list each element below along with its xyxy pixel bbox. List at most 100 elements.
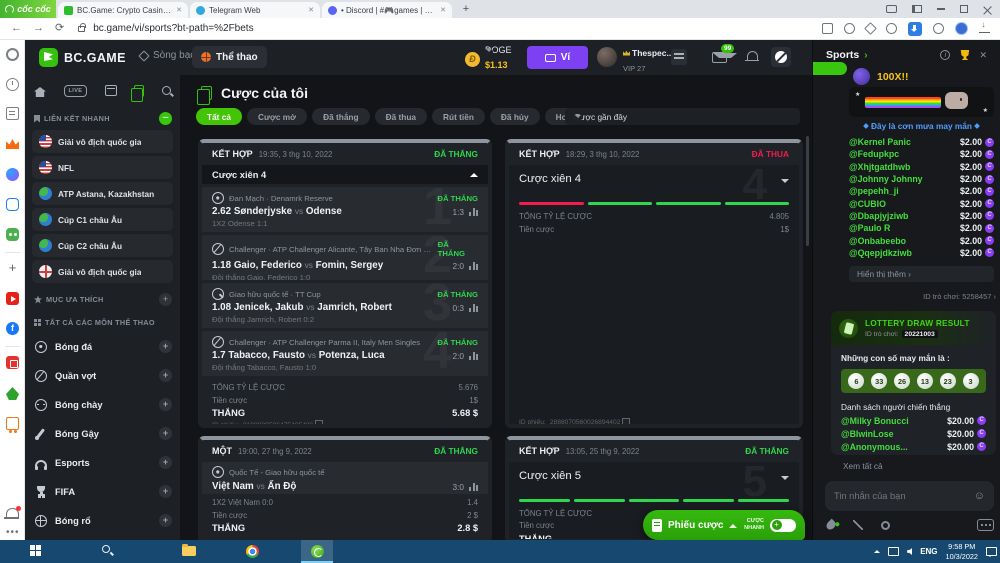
search-icon[interactable] — [162, 86, 171, 95]
inbox-mail-icon[interactable] — [712, 52, 727, 63]
betslip-button[interactable]: Phiếu cược CƯỢCNHANH — [643, 510, 805, 540]
expand-plus-icon[interactable] — [159, 456, 172, 469]
view-all-link[interactable]: Xem tất cả — [843, 461, 883, 471]
winner-name[interactable]: @Fedupkpc — [849, 149, 899, 159]
share-icon[interactable] — [844, 23, 855, 34]
sport-item[interactable]: Bóng rổ — [25, 506, 180, 535]
expand-plus-icon[interactable] — [159, 514, 172, 527]
chat-toggle-icon[interactable] — [771, 47, 791, 67]
crown-icon[interactable] — [6, 139, 19, 149]
schedule-icon[interactable] — [105, 85, 117, 96]
sport-item[interactable]: FIFA — [25, 477, 180, 506]
sport-item[interactable]: Bóng chày — [25, 390, 180, 419]
bcgame-logo-text[interactable]: BC.GAME — [64, 51, 126, 65]
stats-icon[interactable] — [469, 352, 478, 360]
bet-name-row[interactable]: Cược xiên 5 5 — [509, 462, 799, 490]
winner-name[interactable]: @Xhjtgatdhwb — [849, 162, 910, 172]
tab-search-icon[interactable] — [886, 5, 897, 13]
add-favorite-icon[interactable] — [159, 293, 172, 306]
winner-name[interactable]: @Paulo R — [849, 223, 890, 233]
chat-rules-info-icon[interactable] — [940, 50, 950, 60]
expand-plus-icon[interactable] — [159, 398, 172, 411]
chat-room-tab-fragment[interactable] — [813, 62, 847, 75]
nav-sports-active[interactable]: Thể thao — [192, 46, 267, 68]
chrome-icon[interactable] — [246, 545, 259, 558]
live-tab[interactable]: LIVE — [64, 85, 88, 97]
winner-name[interactable]: @Dbapjyjziwb — [849, 211, 908, 221]
show-more-button[interactable]: Hiển thị thêm › — [849, 266, 994, 282]
expand-caret-icon[interactable] — [781, 476, 789, 484]
language-indicator[interactable]: ENG — [920, 547, 937, 556]
stats-icon[interactable] — [469, 483, 478, 491]
newsfeed-icon[interactable] — [6, 107, 19, 120]
lazada-icon[interactable] — [6, 387, 19, 400]
emoji-icon[interactable] — [974, 490, 985, 502]
quick-link-item[interactable]: Giải vô địch quốc gia — [32, 130, 173, 153]
commands-icon[interactable] — [853, 520, 863, 530]
copy-icon[interactable] — [317, 422, 323, 428]
coccoc-taskbar-icon[interactable] — [311, 545, 324, 558]
sort-dropdown[interactable]: Cược gần đây — [565, 108, 800, 125]
quick-link-item[interactable]: ATP Astana, Kazakhstan — [32, 182, 173, 205]
messenger-icon[interactable] — [6, 168, 19, 181]
network-icon[interactable] — [888, 547, 899, 556]
winner-name[interactable]: @Onbabeebo — [849, 236, 906, 246]
winner-name[interactable]: @pepehh_ji — [849, 186, 899, 196]
bet-name-row[interactable]: Cược xiên 4 4 — [509, 165, 799, 193]
adblock-shield-icon[interactable] — [886, 23, 897, 34]
browser-tab[interactable]: BC.Game: Crypto Casino Gan — [58, 2, 188, 18]
settings-gear-icon[interactable] — [6, 48, 19, 61]
notifications-bell-icon[interactable] — [6, 508, 19, 518]
start-button[interactable] — [30, 545, 41, 556]
tab-close-icon[interactable] — [176, 6, 182, 14]
minimize-button[interactable] — [937, 8, 945, 10]
youtube-icon[interactable] — [6, 292, 19, 305]
browser-tab[interactable]: Telegram Web — [190, 2, 320, 18]
reload-button[interactable] — [55, 23, 64, 34]
close-button[interactable] — [983, 5, 992, 14]
winner-name[interactable]: @Kernel Panic — [849, 137, 911, 147]
winner-name[interactable]: @Qqepjdkziwb — [849, 248, 912, 258]
profile-avatar[interactable] — [955, 22, 968, 35]
notifications-icon[interactable] — [747, 51, 758, 61]
bcgame-logo-icon[interactable] — [39, 48, 58, 67]
filter-pill[interactable]: Tất cả — [196, 108, 242, 125]
stats-icon[interactable] — [469, 208, 478, 216]
collapse-caret-icon[interactable] — [470, 169, 478, 177]
stats-icon[interactable] — [469, 262, 478, 270]
expand-plus-icon[interactable] — [159, 427, 172, 440]
browser-tab[interactable]: • Discord | #🎮games | BC G — [322, 2, 452, 18]
tray-expand-icon[interactable] — [874, 547, 880, 553]
bookmark-star-icon[interactable] — [864, 22, 877, 35]
expand-plus-icon[interactable] — [159, 340, 172, 353]
chat-settings-icon[interactable] — [881, 521, 890, 530]
expand-caret-icon[interactable] — [781, 179, 789, 187]
quick-bet-toggle[interactable] — [770, 519, 796, 532]
quick-link-item[interactable]: Cúp C1 châu Âu — [32, 208, 173, 231]
translate-icon[interactable] — [822, 23, 833, 34]
sport-item[interactable]: Esports — [25, 448, 180, 477]
maximize-button[interactable] — [960, 5, 968, 13]
forward-button[interactable] — [33, 23, 44, 34]
sport-item[interactable]: Quần vợt — [25, 361, 180, 390]
winner-name[interactable]: @Anonymous... — [841, 442, 908, 452]
copy-icon[interactable] — [624, 420, 630, 426]
winner-name[interactable]: @Johnny Johnny — [849, 174, 923, 184]
chat-room-selector[interactable]: Sports — [826, 49, 859, 61]
back-button[interactable] — [11, 23, 22, 34]
filter-pill[interactable]: Đã thua — [375, 108, 427, 125]
side-panel-icon[interactable] — [912, 5, 922, 13]
quick-link-item[interactable]: Giải vô địch quốc gia — [32, 260, 173, 283]
stats-icon[interactable] — [469, 304, 478, 312]
wallet-button[interactable]: Ví — [527, 46, 588, 69]
bet-name-row[interactable]: Cược xiên 4 — [202, 165, 488, 184]
expand-plus-icon[interactable] — [159, 369, 172, 382]
nav-casino[interactable]: Sòng bạc — [140, 50, 195, 61]
clock[interactable]: 9:58 PM10/3/2022 — [946, 542, 978, 561]
cart-icon[interactable] — [6, 417, 19, 430]
filter-pill[interactable]: Đã thắng — [312, 108, 370, 125]
close-chat-icon[interactable] — [979, 50, 987, 61]
winner-name[interactable]: @CUBIO — [849, 199, 886, 209]
leaderboard-trophy-icon[interactable] — [959, 50, 970, 60]
user-info[interactable]: Thespec... VIP 27 — [623, 48, 674, 76]
